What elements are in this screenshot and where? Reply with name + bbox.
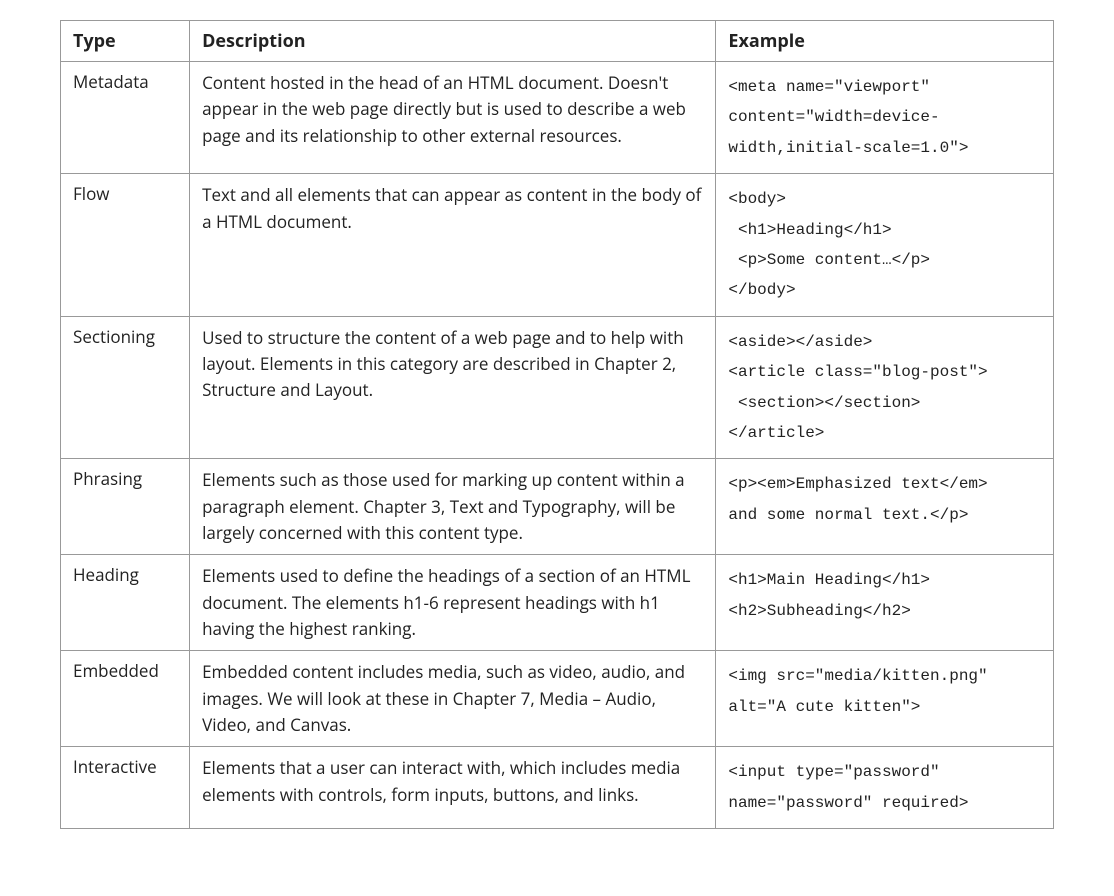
example-cell: <aside></aside> <article class="blog-pos… xyxy=(716,316,1054,459)
example-cell: <p><em>Emphasized text</em> and some nor… xyxy=(716,459,1054,555)
type-cell: Phrasing xyxy=(61,459,190,555)
description-cell: Embedded content includes media, such as… xyxy=(190,651,716,747)
header-type: Type xyxy=(61,21,190,62)
code-example: <body> <h1>Heading</h1> <p>Some content…… xyxy=(728,184,1041,306)
description-cell: Elements used to define the headings of … xyxy=(190,555,716,651)
example-cell: <body> <h1>Heading</h1> <p>Some content…… xyxy=(716,174,1054,317)
code-example: <img src="media/kitten.png" alt="A cute … xyxy=(728,661,1041,722)
type-cell: Embedded xyxy=(61,651,190,747)
header-description: Description xyxy=(190,21,716,62)
example-cell: <input type="password" name="password" r… xyxy=(716,747,1054,829)
table-row: FlowText and all elements that can appea… xyxy=(61,174,1054,317)
description-cell: Text and all elements that can appear as… xyxy=(190,174,716,317)
table-row: MetadataContent hosted in the head of an… xyxy=(61,62,1054,174)
description-cell: Elements such as those used for marking … xyxy=(190,459,716,555)
example-cell: <meta name="viewport" content="width=dev… xyxy=(716,62,1054,174)
code-example: <h1>Main Heading</h1> <h2>Subheading</h2… xyxy=(728,565,1041,626)
table-row: InteractiveElements that a user can inte… xyxy=(61,747,1054,829)
type-cell: Metadata xyxy=(61,62,190,174)
code-example: <input type="password" name="password" r… xyxy=(728,757,1041,818)
description-cell: Used to structure the content of a web p… xyxy=(190,316,716,459)
table-row: PhrasingElements such as those used for … xyxy=(61,459,1054,555)
example-cell: <h1>Main Heading</h1> <h2>Subheading</h2… xyxy=(716,555,1054,651)
type-cell: Interactive xyxy=(61,747,190,829)
description-cell: Elements that a user can interact with, … xyxy=(190,747,716,829)
table-row: HeadingElements used to define the headi… xyxy=(61,555,1054,651)
description-cell: Content hosted in the head of an HTML do… xyxy=(190,62,716,174)
code-example: <meta name="viewport" content="width=dev… xyxy=(728,72,1041,163)
header-example: Example xyxy=(716,21,1054,62)
type-cell: Flow xyxy=(61,174,190,317)
table-row: SectioningUsed to structure the content … xyxy=(61,316,1054,459)
code-example: <aside></aside> <article class="blog-pos… xyxy=(728,327,1041,449)
example-cell: <img src="media/kitten.png" alt="A cute … xyxy=(716,651,1054,747)
type-cell: Heading xyxy=(61,555,190,651)
code-example: <p><em>Emphasized text</em> and some nor… xyxy=(728,469,1041,530)
table-row: EmbeddedEmbedded content includes media,… xyxy=(61,651,1054,747)
type-cell: Sectioning xyxy=(61,316,190,459)
content-types-table: Type Description Example MetadataContent… xyxy=(60,20,1054,829)
